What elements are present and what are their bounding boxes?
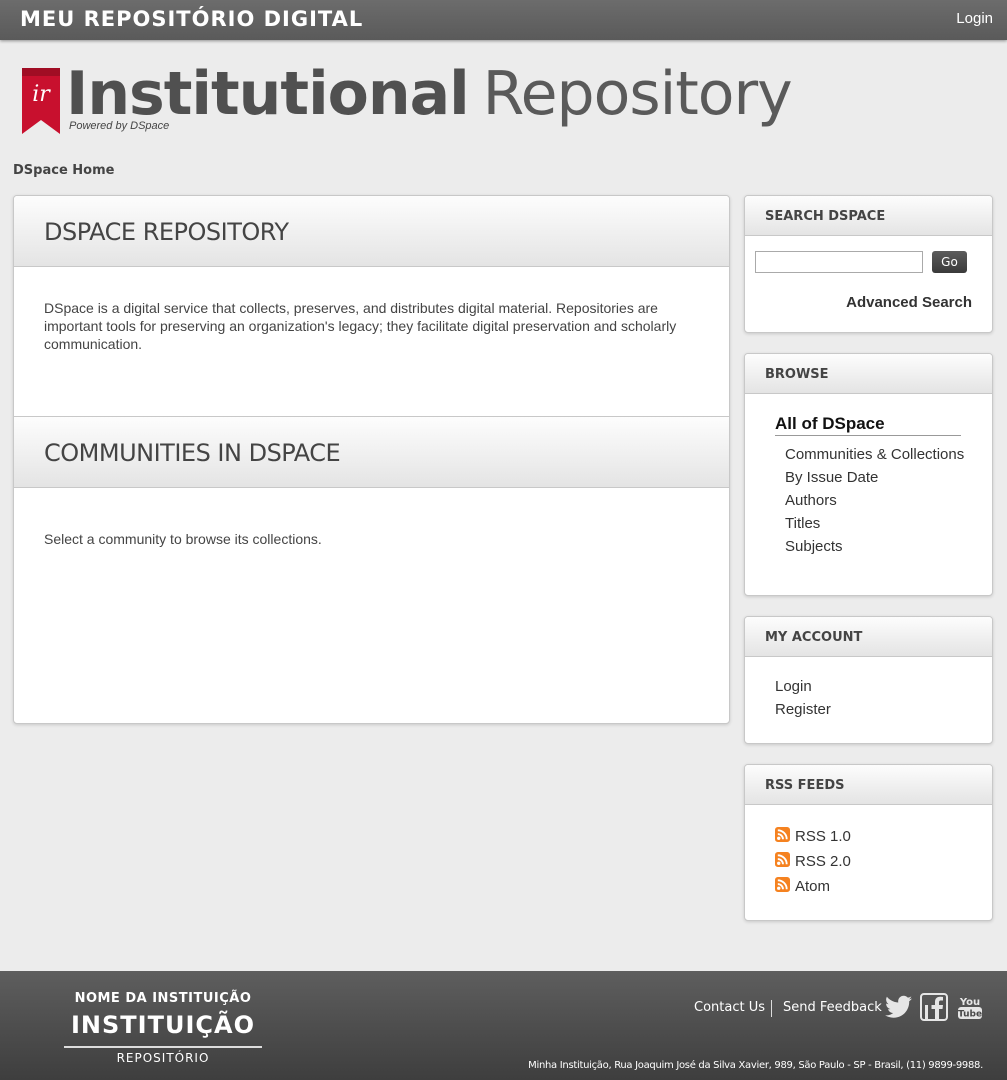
- browse-box-title: BROWSE: [765, 367, 829, 382]
- repository-logo[interactable]: ir Institutional Repository Powered by DS…: [22, 59, 793, 136]
- rss-feeds-box-title: RSS FEEDS: [765, 778, 845, 793]
- svg-text:You: You: [959, 997, 980, 1008]
- institution-name: INSTITUIÇÃO: [71, 1011, 255, 1039]
- site-name[interactable]: MEU REPOSITÓRIO DIGITAL: [20, 7, 363, 31]
- communities-description: Select a community to browse its collect…: [44, 531, 322, 547]
- rss-feeds-box-header: RSS FEEDS: [745, 765, 992, 805]
- send-feedback-link[interactable]: Send Feedback: [783, 1000, 882, 1015]
- logo-title: Institutional Repository: [66, 58, 793, 130]
- institution-repository-label: REPOSITÓRIO: [116, 1051, 210, 1065]
- footer-link-separator: [771, 1000, 772, 1017]
- top-bar: MEU REPOSITÓRIO DIGITAL Login: [0, 0, 1007, 40]
- account-register-link[interactable]: Register: [775, 701, 831, 718]
- browse-issue-date-link[interactable]: By Issue Date: [785, 469, 878, 486]
- logo-title-bold: Institutional: [66, 59, 470, 129]
- advanced-search-link[interactable]: Advanced Search: [846, 294, 972, 311]
- browse-subjects-link[interactable]: Subjects: [785, 538, 843, 555]
- main-content-panel: DSPACE REPOSITORY DSpace is a digital se…: [13, 195, 730, 724]
- repo-description: DSpace is a digital service that collect…: [44, 300, 677, 352]
- rss-1-link[interactable]: RSS 1.0: [775, 827, 851, 845]
- browse-box-header: BROWSE: [745, 354, 992, 394]
- my-account-box-header: MY ACCOUNT: [745, 617, 992, 657]
- atom-link[interactable]: Atom: [775, 877, 830, 895]
- my-account-box: MY ACCOUNT Login Register: [744, 616, 993, 744]
- youtube-icon[interactable]: You Tube: [957, 994, 983, 1020]
- footer-address: Minha Instituição, Rua Joaquim José da S…: [528, 1060, 983, 1071]
- logo-title-light: Repository: [482, 59, 793, 129]
- my-account-box-title: MY ACCOUNT: [765, 630, 863, 645]
- logo-badge-icon: ir: [22, 68, 60, 134]
- contact-us-link[interactable]: Contact Us: [694, 1000, 765, 1015]
- footer: NOME DA INSTITUIÇÃO INSTITUIÇÃO REPOSITÓ…: [0, 971, 1007, 1080]
- search-input[interactable]: [755, 251, 923, 273]
- rss-icon: [775, 827, 790, 842]
- browse-communities-link[interactable]: Communities & Collections: [785, 446, 964, 463]
- facebook-icon[interactable]: [920, 993, 948, 1021]
- browse-titles-link[interactable]: Titles: [785, 515, 820, 532]
- institution-divider: [64, 1046, 262, 1048]
- browse-all-heading: All of DSpace: [775, 414, 961, 436]
- search-box-title: SEARCH DSPACE: [765, 209, 886, 224]
- rss-icon: [775, 852, 790, 867]
- repo-title: DSPACE REPOSITORY: [44, 218, 289, 246]
- search-box: SEARCH DSPACE Go Advanced Search: [744, 195, 993, 333]
- rss-icon: [775, 877, 790, 892]
- browse-authors-link[interactable]: Authors: [785, 492, 837, 509]
- rss-1-label: RSS 1.0: [795, 828, 851, 845]
- rss-2-label: RSS 2.0: [795, 853, 851, 870]
- svg-text:ir: ir: [32, 82, 51, 107]
- top-login-link[interactable]: Login: [956, 10, 993, 27]
- rss-feeds-box: RSS FEEDS RSS 1.0 RSS 2.0 Atom: [744, 764, 993, 921]
- svg-text:Tube: Tube: [958, 1010, 982, 1020]
- twitter-icon[interactable]: [885, 995, 912, 1019]
- search-box-header: SEARCH DSPACE: [745, 196, 992, 236]
- communities-title: COMMUNITIES IN DSPACE: [44, 439, 341, 467]
- institution-name-small: NOME DA INSTITUIÇÃO: [74, 991, 252, 1006]
- communities-section-header: COMMUNITIES IN DSPACE: [14, 416, 729, 488]
- breadcrumb-home[interactable]: DSpace Home: [13, 163, 114, 178]
- repo-section-header: DSPACE REPOSITORY: [14, 196, 729, 267]
- search-go-button[interactable]: Go: [932, 251, 967, 273]
- rss-2-link[interactable]: RSS 2.0: [775, 852, 851, 870]
- browse-box: BROWSE All of DSpace Communities & Colle…: [744, 353, 993, 596]
- atom-label: Atom: [795, 878, 831, 895]
- logo-powered-by: Powered by DSpace: [69, 120, 170, 132]
- account-login-link[interactable]: Login: [775, 678, 812, 695]
